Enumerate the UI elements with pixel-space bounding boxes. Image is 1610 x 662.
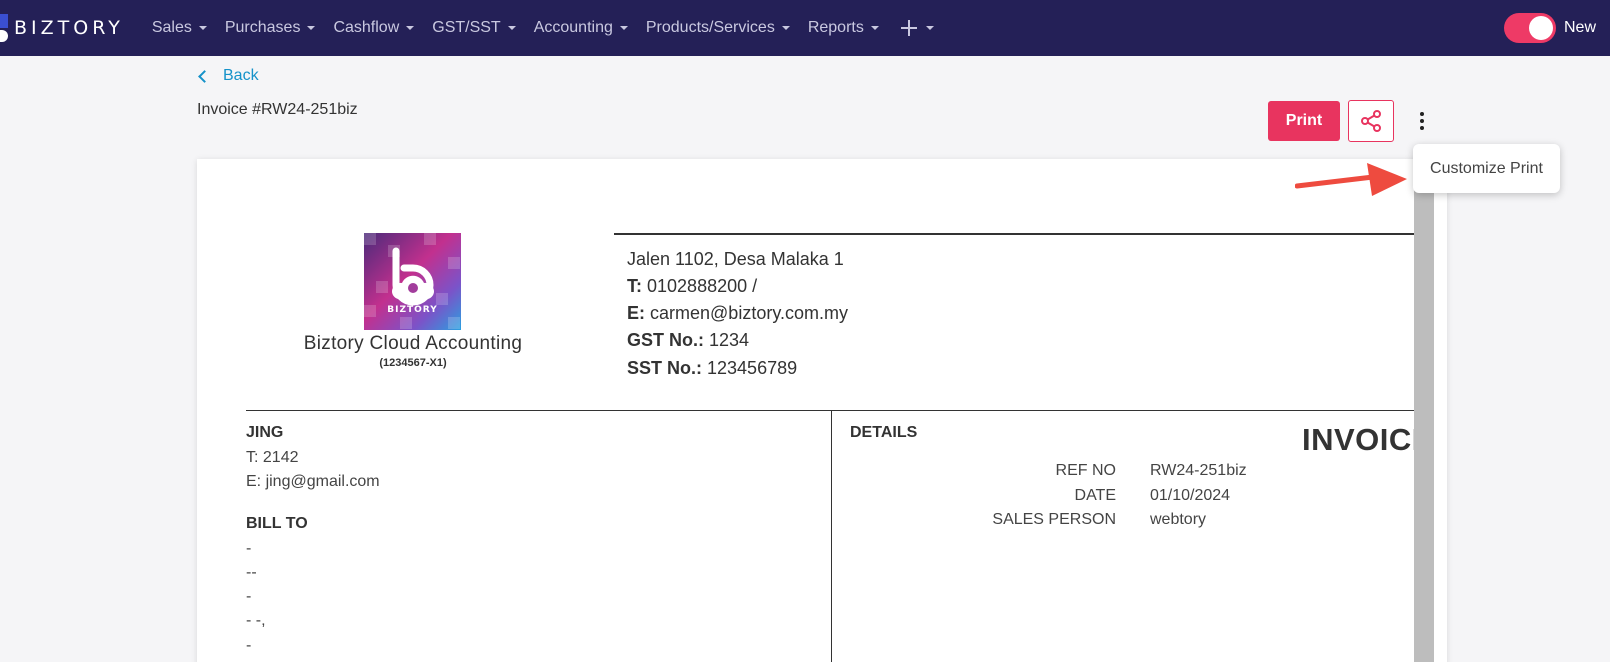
company-gst: GST No.: 1234 [627,330,749,351]
date-value: 01/10/2024 [1150,487,1231,504]
caret-down-icon [925,26,934,30]
nav-item-label: Purchases [224,19,301,36]
nav-item-products-services[interactable]: Products/Services [646,19,790,37]
preview-scrollbar[interactable] [1414,188,1434,662]
annotation-arrow-icon [1295,163,1407,196]
back-label: Back [223,67,259,84]
ref-no-value: RW24-251biz [1150,462,1247,479]
ref-no-label: REF NO [1055,462,1116,479]
company-registration-number: (1234567-X1) [379,357,447,369]
print-button[interactable]: Print [1268,101,1340,141]
nav-item-reports[interactable]: Reports [808,19,879,37]
phone-label: T: [627,276,642,296]
svg-text:BIZTORY: BIZTORY [387,305,437,315]
main-menu: Sales Purchases Cashflow GST/SST Account… [152,18,934,38]
dot [1420,126,1424,130]
nav-item-label: Accounting [533,19,613,36]
sst-label: SST No.: [627,358,702,378]
email-value: carmen@biztory.com.my [650,303,848,323]
bill-to-line: - -, [246,612,266,629]
nav-item-gst-sst[interactable]: GST/SST [432,19,516,37]
company-logo: BIZTORY [364,233,461,330]
company-phone: T: 0102888200 / [627,276,757,297]
nav-add-menu[interactable] [899,18,934,38]
nav-item-label: Reports [807,19,864,36]
company-sst: SST No.: 123456789 [627,358,797,379]
caret-down-icon [198,26,207,30]
more-options-button[interactable] [1412,106,1432,136]
date-label: DATE [1074,487,1116,504]
bill-to-line: - [246,588,252,605]
brand-logo[interactable]: BIZTORY [0,0,124,56]
caret-down-icon [307,26,316,30]
nav-item-label: Sales [151,19,192,36]
nav-item-cashflow[interactable]: Cashflow [333,19,415,37]
share-button[interactable] [1348,100,1394,142]
bill-to-line: - [246,540,252,557]
sales-person-value: webtory [1150,511,1207,528]
toggle-label: New [1563,19,1596,36]
brand-mark-icon [0,14,8,42]
nav-item-sales[interactable]: Sales [152,19,207,37]
email-label: E: [627,303,645,323]
gst-value: 1234 [709,330,750,350]
company-email: E: carmen@biztory.com.my [627,303,848,324]
bill-to-line: - [246,637,252,654]
bill-to-heading: BILL TO [246,515,308,532]
vertical-dots-icon [1420,112,1424,116]
company-name: Biztory Cloud Accounting [303,333,523,354]
customize-print-menu-item[interactable]: Customize Print [1413,144,1560,193]
nav-item-accounting[interactable]: Accounting [534,19,628,37]
new-ui-toggle[interactable]: New [1503,13,1596,43]
caret-down-icon [870,26,879,30]
sales-person-label: SALES PERSON [992,511,1116,528]
gst-label: GST No.: [627,330,704,350]
dot [1420,119,1424,123]
caret-down-icon [619,26,628,30]
nav-item-label: Cashflow [333,19,400,36]
customer-email: E: jing@gmail.com [246,473,380,490]
caret-down-icon [507,26,516,30]
company-address: Jalen 1102, Desa Malaka 1 [627,249,844,269]
customer-phone: T: 2142 [246,449,299,466]
section-divider [246,410,1414,411]
customer-name: JING [246,424,284,441]
plus-icon [900,20,917,36]
chevron-left-icon [198,70,211,83]
top-navbar: BIZTORY Sales Purchases Cashflow GST/SST… [0,0,1610,56]
nav-item-purchases[interactable]: Purchases [225,19,316,37]
page-title: Invoice #RW24-251biz [197,101,358,118]
bill-to-line: -- [246,564,257,581]
address-divider [614,233,1414,235]
toggle-switch[interactable] [1503,13,1556,43]
caret-down-icon [781,26,790,30]
sst-value: 123456789 [707,358,798,378]
details-heading: DETAILS [850,424,918,441]
share-icon [1361,110,1381,132]
company-logo-image: BIZTORY [364,233,461,330]
nav-item-label: GST/SST [432,19,501,36]
toggle-knob [1528,16,1553,40]
back-link[interactable]: Back [198,67,259,85]
brand-name: BIZTORY [14,17,124,39]
nav-item-label: Products/Services [645,19,775,36]
phone-value: 0102888200 / [647,276,758,296]
column-divider [831,410,832,662]
caret-down-icon [406,26,415,30]
